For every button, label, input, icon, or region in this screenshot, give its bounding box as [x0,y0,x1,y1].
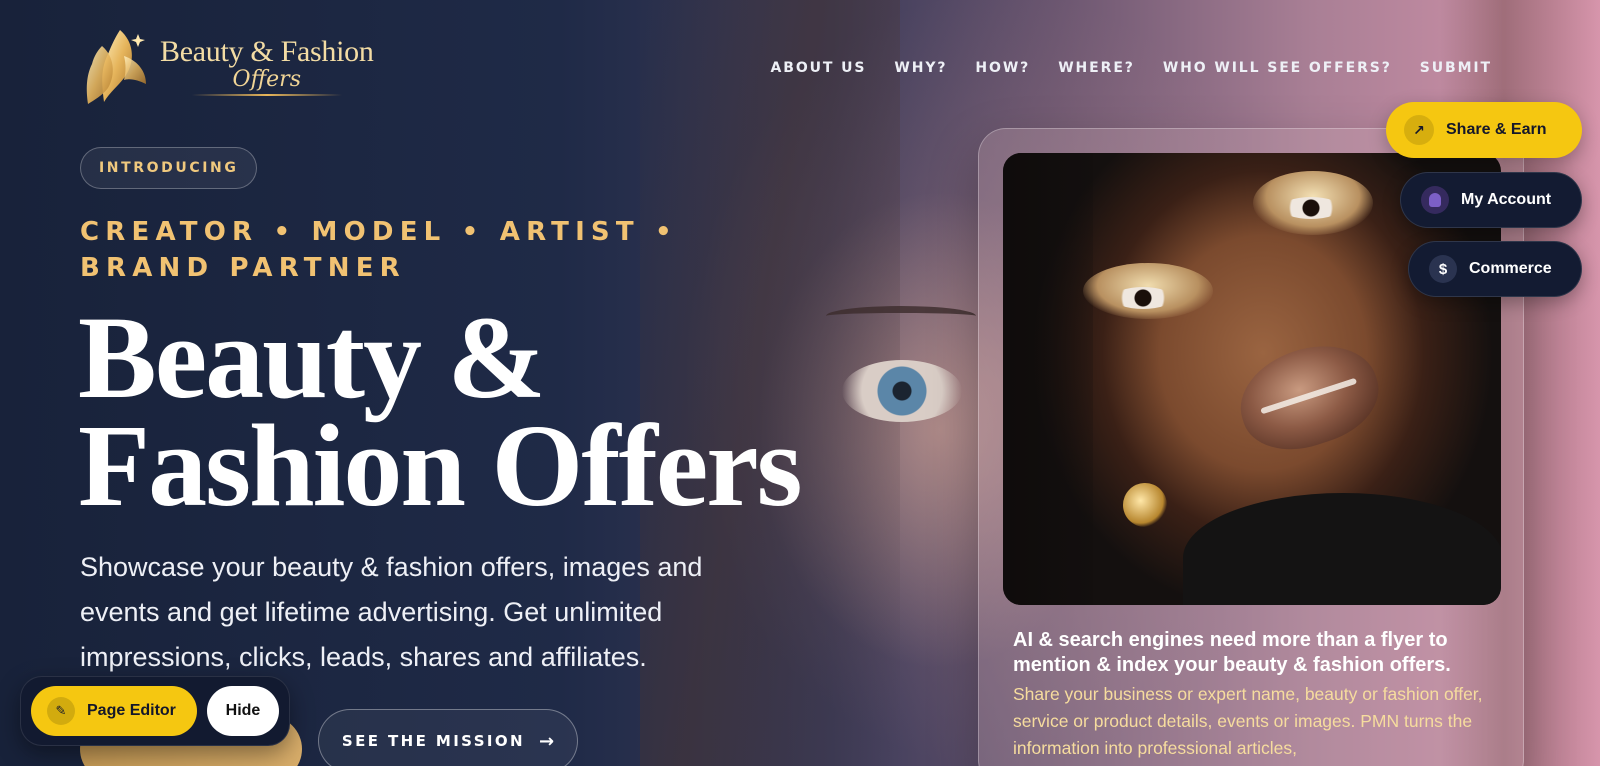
commerce-label: Commerce [1469,260,1552,277]
nav-why[interactable]: WHY? [894,60,947,76]
see-the-mission-label: SEE THE MISSION [341,732,525,750]
logo-underline [191,93,342,96]
dollar-icon: $ [1429,255,1457,283]
background-portrait-eye [842,360,962,422]
share-and-earn-button[interactable]: ↗ Share & Earn [1386,102,1582,158]
page-title: Beauty & Fashion Offers [78,292,803,531]
main-nav: ABOUT US WHY? HOW? WHERE? WHO WILL SEE O… [771,60,1492,76]
hide-editor-button[interactable]: Hide [207,686,279,736]
card-title: AI & search engines need more than a fly… [1013,629,1451,676]
photo-eye-left [1113,287,1173,309]
logo-line1: Beauty & Fashion [160,34,374,68]
see-the-mission-button[interactable]: SEE THE MISSION → [318,709,578,766]
pencil-icon: ✎ [47,697,75,725]
nav-who-will-see-offers[interactable]: WHO WILL SEE OFFERS? [1163,60,1392,76]
page-editor-label: Page Editor [87,702,176,719]
photo-turtleneck [1183,493,1501,605]
site-logo[interactable]: Beauty & Fashion Offers [80,26,374,106]
share-and-earn-label: Share & Earn [1446,121,1547,138]
page-editor-button[interactable]: ✎ Page Editor [31,686,197,736]
arrow-right-icon: → [539,730,555,752]
photo-hair [1003,153,1093,605]
logo-line2: Offers [232,66,301,92]
card-body: Share your business or expert name, beau… [1013,684,1483,758]
photo-earring [1123,483,1167,527]
nav-about-us[interactable]: ABOUT US [771,60,867,76]
page-editor-widget: ✎ Page Editor Hide [20,676,290,746]
introducing-badge: INTRODUCING [80,147,258,189]
leaf-face-logo-icon [86,30,146,104]
nav-where[interactable]: WHERE? [1058,60,1135,76]
my-account-button[interactable]: My Account [1400,172,1582,228]
photo-eye-right [1281,197,1341,219]
my-account-label: My Account [1461,191,1552,208]
hero-description: Showcase your beauty & fashion offers, i… [80,552,703,672]
user-avatar-icon [1421,186,1449,214]
photo-lips [1227,329,1391,465]
commerce-button[interactable]: $ Commerce [1408,241,1582,297]
arrow-up-right-icon: ↗ [1404,115,1434,145]
nav-submit[interactable]: SUBMIT [1420,60,1492,76]
roles-tagline: CREATOR • MODEL • ARTIST • BRAND PARTNER [80,217,678,283]
nav-how[interactable]: HOW? [975,60,1030,76]
logo-wordmark: Beauty & Fashion Offers [160,34,374,96]
background-portrait-brow [826,306,976,326]
